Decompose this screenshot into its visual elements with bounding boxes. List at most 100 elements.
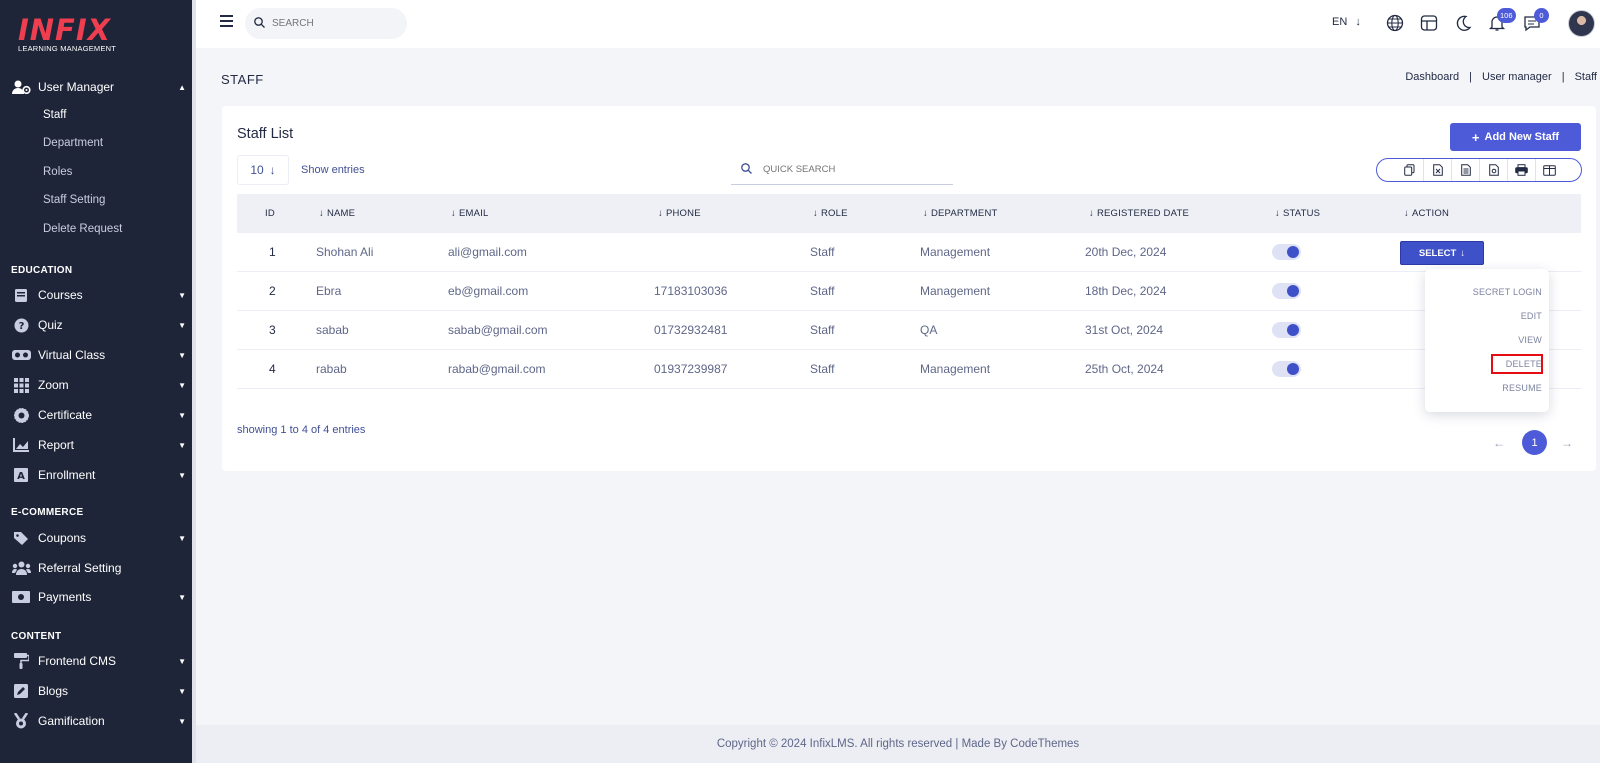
chevron-down-icon: ▼: [178, 440, 186, 450]
sidebar-item-zoom[interactable]: Zoom ▼: [11, 372, 186, 398]
sidebar-item-courses[interactable]: Courses ▼: [11, 282, 186, 308]
header-action[interactable]: ↓ ACTION: [1404, 208, 1449, 219]
status-toggle[interactable]: [1272, 361, 1301, 377]
avatar[interactable]: [1568, 10, 1595, 37]
cell-department: Management: [920, 362, 991, 376]
header-label: NAME: [326, 208, 356, 219]
sidebar-scrollbar[interactable]: [192, 0, 196, 763]
money-icon: [11, 589, 31, 605]
sidebar-item-blogs[interactable]: Blogs ▼: [11, 678, 186, 704]
header-registered-date[interactable]: ↓ REGISTERED DATE: [1089, 208, 1189, 219]
table-row: 1 Shohan Ali ali@gmail.com Staff Managem…: [237, 233, 1581, 272]
print-icon[interactable]: [1507, 159, 1535, 181]
layout-icon[interactable]: [1420, 14, 1438, 32]
sidebar-item-gamification[interactable]: Gamification ▼: [11, 708, 186, 734]
globe-icon[interactable]: [1386, 14, 1404, 32]
menu-item-view[interactable]: VIEW: [1518, 335, 1542, 345]
status-toggle[interactable]: [1272, 244, 1301, 260]
sidebar-subitem-staff-setting[interactable]: Staff Setting: [43, 194, 105, 206]
sort-arrow-icon: ↓: [658, 208, 663, 219]
prev-page-arrow-icon[interactable]: ←: [1487, 431, 1511, 455]
menu-item-resume[interactable]: RESUME: [1502, 383, 1542, 393]
next-page-arrow-icon[interactable]: →: [1555, 431, 1579, 455]
select-action-button[interactable]: SELECT ↓: [1400, 241, 1484, 265]
chevron-down-icon: ▼: [178, 592, 186, 602]
sidebar-subitem-delete-request[interactable]: Delete Request: [43, 223, 122, 235]
header-id[interactable]: ID: [265, 208, 275, 219]
sidebar-item-user-manager[interactable]: User Manager ▲: [11, 74, 186, 100]
users-gear-icon: [11, 79, 31, 95]
sidebar-item-virtual-class[interactable]: Virtual Class ▼: [11, 342, 186, 368]
header-email[interactable]: ↓ EMAIL: [451, 208, 488, 219]
pagination-info: showing 1 to 4 of 4 entries: [237, 424, 366, 436]
sidebar-item-frontend-cms[interactable]: Frontend CMS ▼: [11, 648, 186, 674]
dark-mode-moon-icon[interactable]: [1454, 14, 1472, 32]
status-toggle[interactable]: [1272, 322, 1301, 338]
table-row: 3 sabab sabab@gmail.com 01732932481 Staf…: [237, 311, 1581, 350]
header-label: ACTION: [1411, 208, 1450, 219]
header-role[interactable]: ↓ ROLE: [813, 208, 848, 219]
menu-item-secret-login[interactable]: SECRET LOGIN: [1473, 287, 1542, 297]
menu-item-edit[interactable]: EDIT: [1521, 311, 1542, 321]
language-selector[interactable]: EN ↓: [1332, 16, 1361, 28]
pdf-export-icon[interactable]: [1479, 159, 1507, 181]
header-status[interactable]: ↓ STATUS: [1275, 208, 1320, 219]
sidebar-item-label: Courses: [38, 288, 83, 302]
header-label: EMAIL: [458, 208, 489, 219]
sidebar-item-label: Referral Setting: [38, 561, 122, 575]
sidebar-subitem-staff[interactable]: Staff: [43, 109, 66, 121]
sort-arrow-icon: ↓: [1089, 208, 1094, 219]
cell-name: rabab: [316, 362, 347, 376]
delete-highlight-box: [1491, 354, 1543, 374]
chevron-down-icon: ▼: [178, 320, 186, 330]
header-phone[interactable]: ↓ PHONE: [658, 208, 701, 219]
sidebar-item-referral-setting[interactable]: Referral Setting: [11, 555, 186, 581]
logo-word: INFIX: [18, 13, 112, 47]
entries-select[interactable]: 10 ↓: [237, 155, 289, 185]
cell-role: Staff: [810, 284, 835, 298]
quick-search-input[interactable]: [763, 164, 943, 175]
sidebar-item-label: Coupons: [38, 531, 87, 545]
hamburger-menu-icon[interactable]: [220, 15, 233, 27]
excel-export-icon[interactable]: [1423, 159, 1451, 181]
chevron-down-icon: ▼: [178, 290, 186, 300]
global-search[interactable]: [245, 8, 407, 39]
chevron-down-icon: ▼: [178, 470, 186, 480]
sort-arrow-icon: ↓: [451, 208, 456, 219]
question-icon: ?: [11, 317, 31, 333]
search-input[interactable]: [272, 18, 392, 29]
arrow-down-icon: ↓: [269, 163, 276, 177]
sidebar-subitem-department[interactable]: Department: [43, 137, 103, 149]
cell-phone: 17183103036: [654, 284, 728, 298]
export-button-group: [1376, 158, 1582, 182]
breadcrumb-user-manager[interactable]: User manager: [1482, 71, 1552, 83]
svg-text:A: A: [17, 471, 25, 482]
sidebar-item-coupons[interactable]: Coupons ▼: [11, 525, 186, 551]
sidebar-item-payments[interactable]: Payments ▼: [11, 584, 186, 610]
page-number-current[interactable]: 1: [1522, 430, 1547, 455]
breadcrumb-dashboard[interactable]: Dashboard: [1405, 71, 1459, 83]
sidebar-item-enrollment[interactable]: A Enrollment ▼: [11, 462, 186, 488]
section-title-content: CONTENT: [11, 631, 62, 642]
logo[interactable]: INFIX LEARNING MANAGEMENT: [18, 14, 118, 58]
grid-icon: [11, 377, 31, 393]
header-label: STATUS: [1282, 208, 1321, 219]
sidebar-item-report[interactable]: Report ▼: [11, 432, 186, 458]
cell-role: Staff: [810, 245, 835, 259]
breadcrumb-separator: |: [1561, 71, 1565, 83]
search-icon: [741, 162, 752, 177]
quick-search[interactable]: [731, 155, 953, 185]
copy-icon[interactable]: [1395, 159, 1423, 181]
header-department[interactable]: ↓ DEPARTMENT: [923, 208, 998, 219]
status-toggle[interactable]: [1272, 283, 1301, 299]
columns-icon[interactable]: [1535, 159, 1563, 181]
header-name[interactable]: ↓ NAME: [319, 208, 355, 219]
sidebar-item-certificate[interactable]: Certificate ▼: [11, 402, 186, 428]
toggle-knob: [1287, 363, 1299, 375]
referral-icon: [11, 560, 31, 576]
sidebar-item-quiz[interactable]: ? Quiz ▼: [11, 312, 186, 338]
add-new-staff-button[interactable]: + Add New Staff: [1450, 123, 1581, 151]
cell-department: Management: [920, 245, 991, 259]
sidebar-subitem-roles[interactable]: Roles: [43, 166, 72, 178]
csv-export-icon[interactable]: [1451, 159, 1479, 181]
